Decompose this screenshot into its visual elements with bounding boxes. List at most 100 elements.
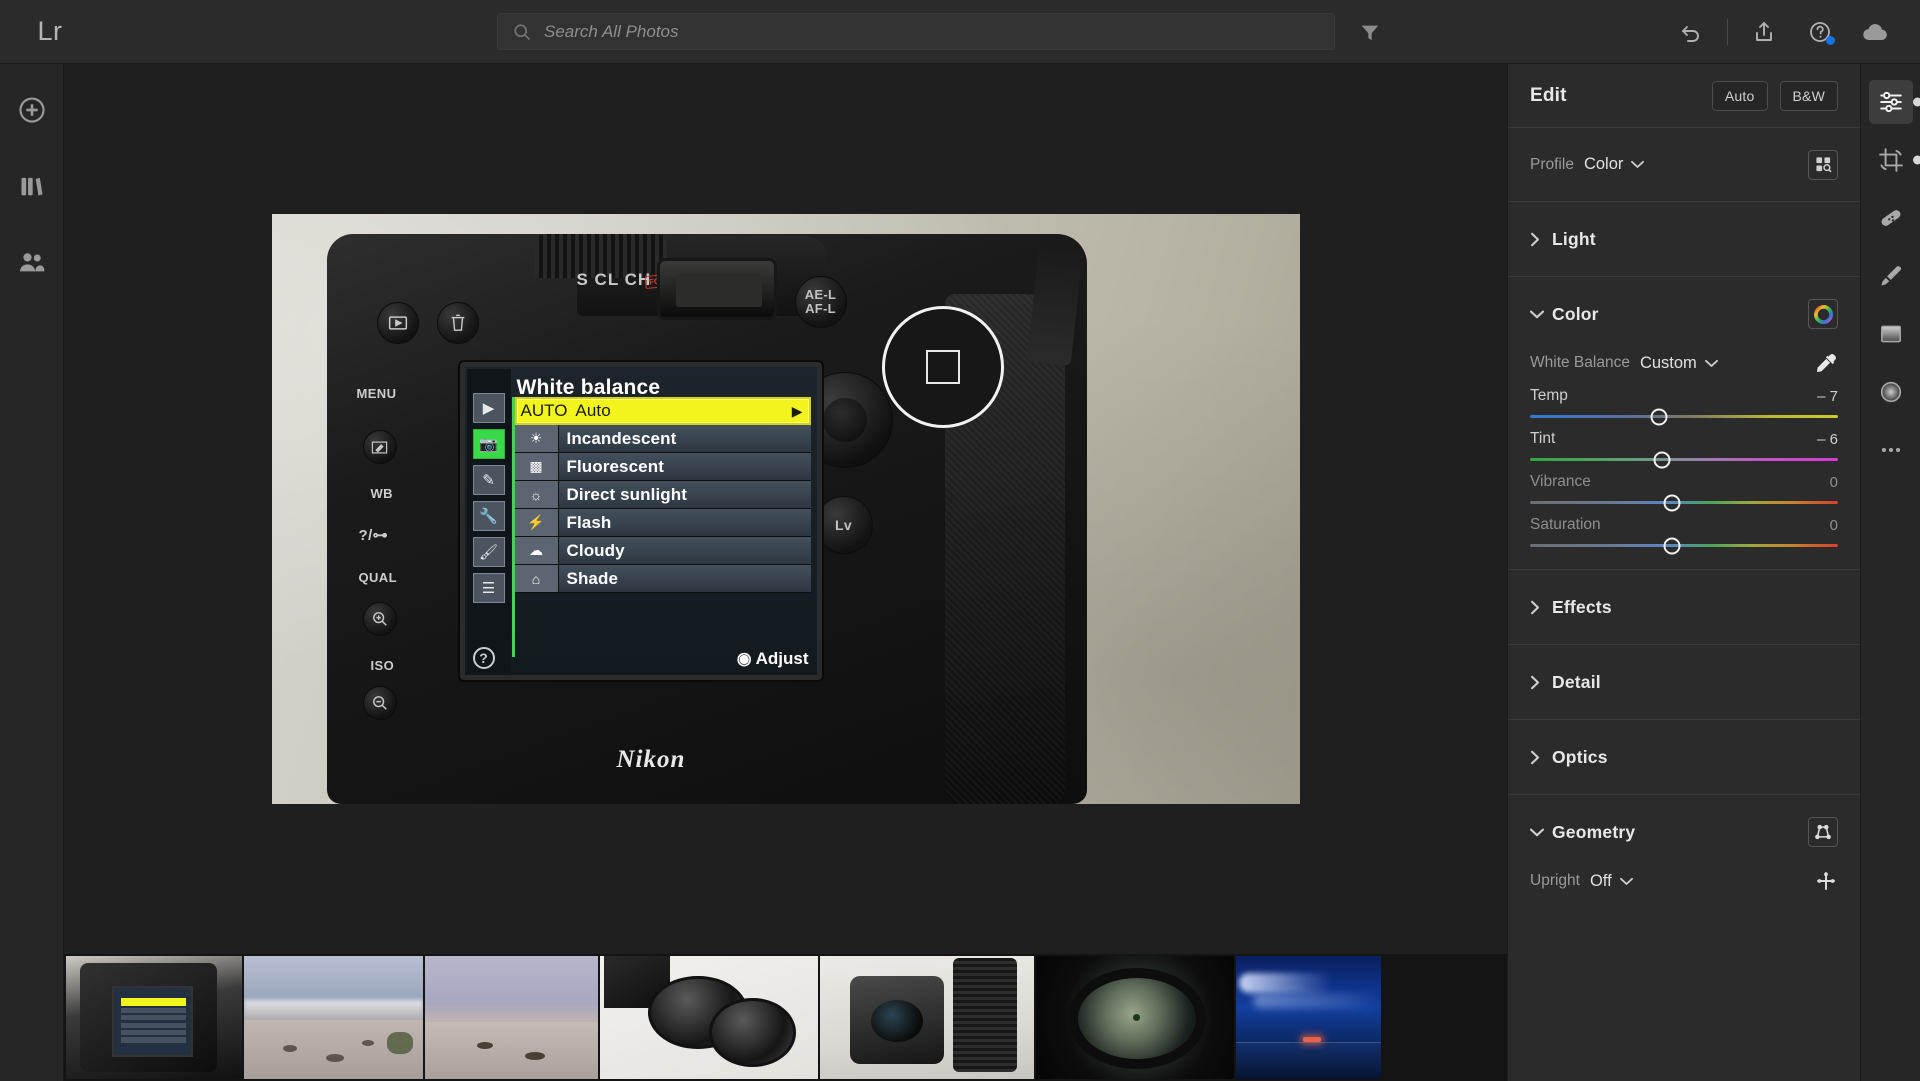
- radial-gradient-icon: [1878, 379, 1904, 405]
- photo-canvas[interactable]: S CL CH FORMAT: [64, 64, 1507, 954]
- thumbnail-beach-shoreline-2[interactable]: [425, 956, 598, 1079]
- sliders-icon: [1878, 89, 1904, 115]
- sidebar-item-add-photos[interactable]: [10, 88, 54, 132]
- slider-vibrance-knob[interactable]: [1663, 494, 1681, 511]
- chevron-down-icon[interactable]: [1619, 877, 1633, 886]
- thumbnail-camera-lenses[interactable]: [820, 956, 1034, 1079]
- tool-radial-gradient[interactable]: [1869, 370, 1913, 414]
- optics-section-header[interactable]: Optics: [1530, 720, 1838, 794]
- slider-vibrance-track[interactable]: [1530, 494, 1838, 511]
- slider-saturation-knob[interactable]: [1663, 537, 1681, 554]
- white-balance-row: White Balance Custom: [1530, 351, 1838, 375]
- light-section-header[interactable]: Light: [1530, 202, 1838, 276]
- slider-saturation-label: Saturation: [1530, 516, 1601, 533]
- lcd-item-auto-name: Auto: [575, 401, 611, 420]
- cloud-sync-button[interactable]: [1848, 0, 1904, 64]
- thumbnail-camera-white-balance-menu[interactable]: [66, 956, 242, 1079]
- lcd-item-flash-name: Flash: [566, 512, 612, 532]
- camera-ael-afl-button: AE-L AF-L: [794, 276, 847, 328]
- eyedropper-icon[interactable]: [1814, 351, 1838, 375]
- camera-lcd-screen: White balance ▶ 📷 ✎ 🔧 🖌 ☰ AUTO Auto ▶ ☀ …: [459, 362, 822, 680]
- flash-icon: ⚡: [514, 509, 559, 536]
- slider-saturation[interactable]: Saturation 0: [1530, 516, 1838, 554]
- white-balance-sampler-loupe[interactable]: [881, 306, 1004, 428]
- slider-temp-value: – 7: [1817, 387, 1838, 405]
- tool-crop[interactable]: [1869, 138, 1920, 182]
- app-logo[interactable]: Lr: [0, 16, 100, 47]
- color-section-header[interactable]: Color: [1530, 277, 1838, 351]
- sun-icon: ☼: [514, 481, 559, 508]
- camera-label-menu: MENU: [356, 386, 397, 401]
- tool-edit[interactable]: [1868, 80, 1920, 124]
- lcd-item-auto-code: AUTO: [520, 401, 568, 420]
- slider-temp-track[interactable]: [1530, 408, 1838, 425]
- thumbnail-image: [1236, 956, 1381, 1079]
- tool-healing[interactable]: [1869, 196, 1913, 240]
- sidebar-item-library[interactable]: [10, 164, 54, 208]
- camera-zoom-out-button: [362, 686, 397, 720]
- tool-linear-gradient[interactable]: [1869, 312, 1913, 356]
- lcd-item-fluorescent: ▩ Fluorescent: [514, 453, 811, 481]
- toolbar-divider: [1727, 19, 1728, 45]
- slider-tint-track[interactable]: [1530, 451, 1838, 468]
- slider-vibrance[interactable]: Vibrance 0: [1530, 473, 1838, 511]
- thumb-surf: [244, 1000, 423, 1018]
- guided-upright-icon[interactable]: [1808, 817, 1838, 847]
- lcd-tab-retouch: 🖌: [472, 537, 505, 567]
- sidebar-item-shared[interactable]: [10, 240, 54, 284]
- people-icon: [17, 247, 47, 277]
- auto-button[interactable]: Auto: [1711, 80, 1768, 111]
- slider-vibrance-value: 0: [1829, 473, 1838, 491]
- camera-viewfinder: [656, 258, 777, 320]
- upright-value[interactable]: Off: [1590, 872, 1612, 891]
- profile-browser-icon[interactable]: [1808, 149, 1838, 180]
- slider-tint[interactable]: Tint – 6: [1530, 430, 1838, 468]
- undo-button[interactable]: [1663, 0, 1719, 64]
- ellipsis-icon: [1878, 437, 1904, 463]
- chevron-down-icon[interactable]: [1631, 160, 1645, 169]
- effects-section-header[interactable]: Effects: [1530, 570, 1838, 644]
- white-balance-value[interactable]: Custom: [1640, 354, 1697, 373]
- filmstrip: [64, 954, 1507, 1081]
- bw-button[interactable]: B&W: [1779, 80, 1838, 111]
- search-bar[interactable]: [497, 13, 1335, 50]
- tool-brush[interactable]: [1869, 254, 1913, 298]
- slider-saturation-track[interactable]: [1530, 537, 1838, 554]
- geometry-section-header[interactable]: Geometry: [1530, 795, 1838, 869]
- shade-icon: ⌂: [514, 565, 559, 592]
- thumbnail-lens-front-element[interactable]: [1036, 956, 1234, 1079]
- transform-crosshair-icon[interactable]: [1814, 869, 1838, 893]
- color-wheel-icon[interactable]: [1808, 299, 1838, 329]
- lcd-white-balance-list: AUTO Auto ▶ ☀ Incandescent ▩ Fluorescent…: [514, 397, 811, 593]
- lcd-item-fluorescent-name: Fluorescent: [566, 456, 664, 476]
- slider-temp-knob[interactable]: [1650, 408, 1668, 425]
- lcd-item-flash: ⚡ Flash: [514, 509, 811, 537]
- thumbnail-image: [244, 956, 423, 1079]
- tool-more-options[interactable]: [1869, 428, 1913, 472]
- thumbnail-lens-filters[interactable]: [600, 956, 818, 1079]
- fluorescent-icon: ▩: [514, 453, 559, 480]
- lcd-tab-recent: ☰: [472, 573, 505, 603]
- profile-label: Profile: [1530, 155, 1574, 173]
- active-photo[interactable]: S CL CH FORMAT: [271, 214, 1300, 804]
- thumbnail-night-sea-boat[interactable]: [1236, 956, 1381, 1079]
- slider-temp[interactable]: Temp – 7: [1530, 387, 1838, 425]
- thumbnail-image: [66, 956, 242, 1079]
- search-input[interactable]: [544, 21, 1320, 42]
- profile-value[interactable]: Color: [1584, 155, 1623, 174]
- lcd-item-auto: AUTO Auto ▶: [514, 397, 811, 425]
- chevron-down-icon[interactable]: [1704, 359, 1718, 368]
- lcd-adjust-hint: ◉ Adjust: [737, 649, 809, 669]
- help-button[interactable]: [1792, 0, 1848, 64]
- slider-tint-knob[interactable]: [1653, 451, 1671, 468]
- lcd-adjust-label: Adjust: [755, 649, 809, 668]
- filter-button[interactable]: [1352, 14, 1388, 50]
- detail-section-header[interactable]: Detail: [1530, 645, 1838, 719]
- edit-panel-header-buttons: Auto B&W: [1711, 80, 1838, 111]
- edit-panel-header: Edit Auto B&W: [1508, 64, 1860, 128]
- linear-gradient-icon: [1878, 321, 1904, 347]
- camera-zoom-in-button: [362, 602, 397, 636]
- share-button[interactable]: [1736, 0, 1792, 64]
- thumbnail-beach-shoreline-1[interactable]: [244, 956, 423, 1079]
- slider-tint-value: – 6: [1817, 430, 1838, 448]
